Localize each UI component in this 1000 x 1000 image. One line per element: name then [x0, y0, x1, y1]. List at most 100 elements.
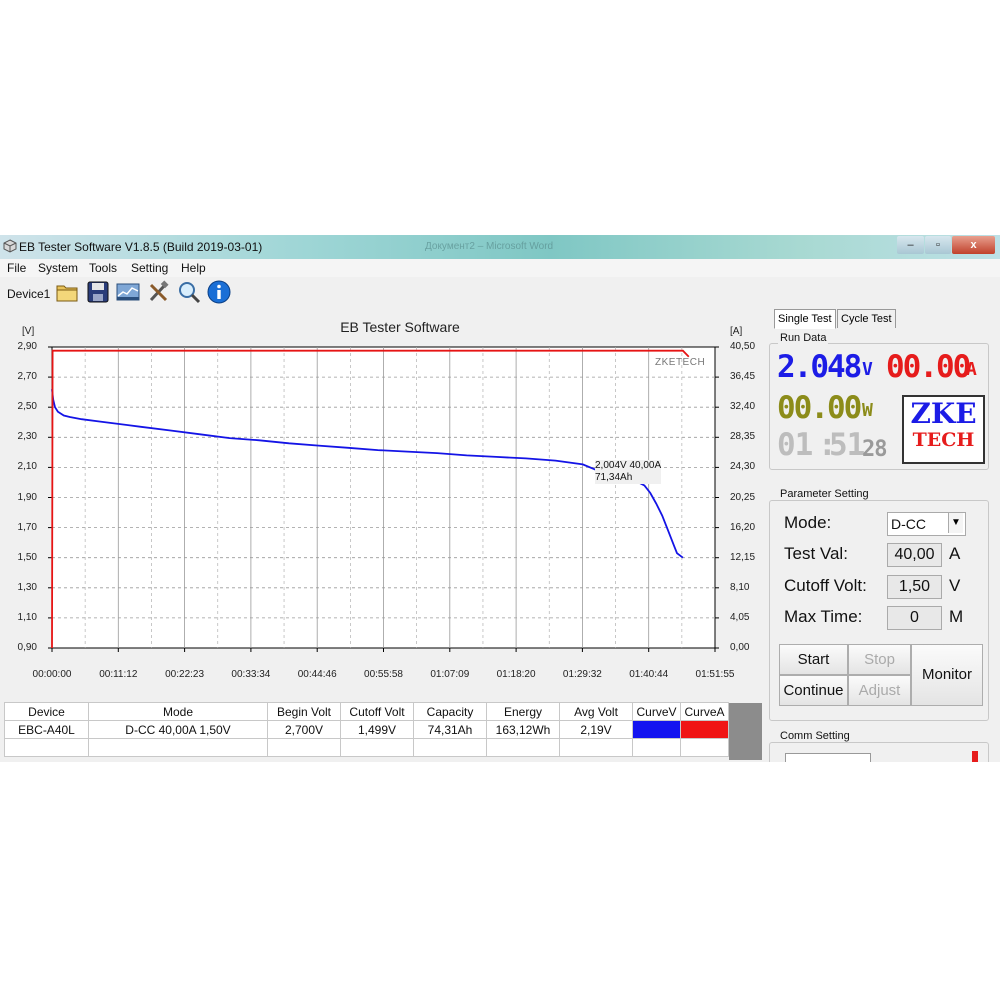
chart-watermark: ZKETECH [655, 357, 706, 368]
minimize-button[interactable]: – [897, 236, 924, 254]
curve-v-swatch[interactable] [632, 720, 681, 739]
cell-cutoff-volt: 1,499V [340, 720, 414, 739]
y-right-tick-label: 32,40 [730, 401, 756, 413]
test-val-label: Test Val: [784, 544, 848, 563]
monitor-button[interactable]: Monitor [911, 644, 983, 706]
annotation-line-2: 71,34Ah [595, 472, 633, 483]
results-table: Device Mode Begin Volt Cutoff Volt Capac… [4, 702, 729, 757]
cell-device: EBC-A40L [4, 720, 89, 739]
empty-cell [267, 738, 341, 757]
empty-cell [632, 738, 681, 757]
voltage-unit: V [862, 359, 873, 380]
x-tick-label: 01:51:55 [695, 669, 735, 680]
current-readout: 00.00 [886, 349, 971, 385]
curve-a-swatch[interactable] [680, 720, 729, 739]
y-left-tick-label: 1,70 [17, 521, 37, 533]
window-title: EB Tester Software V1.8.5 (Build 2019-03… [19, 240, 263, 254]
menu-setting[interactable]: Setting [131, 261, 168, 275]
tab-cycle-test[interactable]: Cycle Test [837, 309, 896, 328]
cell-mode: D-CC 40,00A 1,50V [88, 720, 268, 739]
y-right-tick-label: 36,45 [730, 371, 756, 383]
cutoff-volt-unit: V [949, 576, 961, 595]
empty-cell [4, 738, 89, 757]
voltage-readout: 2.048 [777, 349, 862, 385]
empty-cell [413, 738, 487, 757]
cell-begin-volt: 2,700V [267, 720, 341, 739]
cell-avg-volt: 2,19V [559, 720, 633, 739]
test-val-unit: A [949, 544, 961, 563]
power-unit: W [862, 400, 873, 421]
y-left-tick-label: 2,50 [17, 401, 37, 413]
th-begin-volt: Begin Volt [267, 702, 341, 721]
open-folder-icon[interactable] [55, 280, 79, 304]
th-mode: Mode [88, 702, 268, 721]
table-scroll-area [729, 703, 762, 760]
stop-button[interactable]: Stop [848, 644, 911, 675]
power-readout: 00.00 [777, 390, 862, 426]
chart-area: EB Tester Software [V] [A] 2,90 2,70 2,50 2… [0, 309, 765, 702]
save-icon[interactable] [86, 280, 110, 304]
adjust-button[interactable]: Adjust [848, 675, 911, 706]
th-cutoff-volt: Cutoff Volt [340, 702, 414, 721]
cell-capacity: 74,31Ah [413, 720, 487, 739]
empty-cell [559, 738, 633, 757]
menu-tools[interactable]: Tools [89, 261, 117, 275]
chart-plot [48, 346, 719, 652]
comm-port-select[interactable] [785, 753, 871, 762]
empty-cell [340, 738, 414, 757]
y-right-tick-label: 12,15 [730, 551, 756, 563]
continue-button[interactable]: Continue [779, 675, 848, 706]
y-right-tick-label: 24,30 [730, 461, 756, 473]
app-icon [3, 239, 17, 253]
device-label[interactable]: Device1 [7, 287, 50, 301]
y-right-tick-label: 40,50 [730, 341, 756, 352]
close-button[interactable]: x [952, 236, 995, 254]
app-window: EB Tester Software V1.8.5 (Build 2019-03… [0, 235, 1000, 762]
parameter-setting-title: Parameter Setting [778, 488, 871, 500]
th-device: Device [4, 702, 89, 721]
time-hours: 01 [777, 427, 813, 463]
th-avg-volt: Avg Volt [559, 702, 633, 721]
y-right-tick-label: 0,00 [730, 642, 750, 653]
y-right-tick-label: 16,20 [730, 521, 756, 533]
test-val-input[interactable]: 40,00 [887, 543, 942, 567]
table-row-empty [4, 738, 729, 757]
x-tick-label: 01:07:09 [430, 669, 470, 680]
x-tick-label: 00:33:34 [231, 669, 271, 680]
tools-icon[interactable] [147, 280, 171, 304]
max-time-unit: M [949, 607, 964, 626]
y-left-tick-label: 2,30 [17, 431, 37, 443]
mode-label: Mode: [784, 513, 832, 532]
zketech-logo: ZKE TECH [902, 395, 985, 464]
menu-system[interactable]: System [38, 261, 78, 275]
comm-setting-title: Comm Setting [778, 730, 852, 742]
empty-cell [680, 738, 729, 757]
x-tick-label: 01:40:44 [629, 669, 669, 680]
title-bar: EB Tester Software V1.8.5 (Build 2019-03… [0, 235, 1000, 259]
current-unit: A [966, 359, 977, 380]
annotation-line-1: 2,004V 40,00A [595, 460, 662, 471]
th-capacity: Capacity [413, 702, 487, 721]
chevron-down-icon[interactable]: ▼ [948, 513, 963, 533]
y-left-tick-label: 2,70 [17, 371, 37, 383]
y-left-tick-label: 1,50 [17, 551, 37, 563]
comm-status-indicator [972, 751, 978, 762]
info-icon[interactable] [207, 280, 231, 304]
y-left-tick-label: 1,90 [17, 491, 37, 503]
empty-cell [88, 738, 268, 757]
menu-file[interactable]: File [7, 261, 26, 275]
time-seconds: 28 [862, 437, 887, 462]
maximize-button[interactable]: ▫ [925, 236, 951, 254]
chart-icon[interactable] [116, 280, 140, 304]
search-icon[interactable] [177, 280, 201, 304]
menu-help[interactable]: Help [181, 261, 206, 275]
tab-single-test[interactable]: Single Test [774, 309, 836, 329]
y-left-tick-label: 2,10 [17, 461, 37, 473]
th-energy: Energy [486, 702, 560, 721]
menu-bar: File System Tools Setting Help [0, 259, 1000, 277]
y-right-tick-label: 20,25 [730, 491, 756, 503]
max-time-input[interactable]: 0 [887, 606, 942, 630]
table-row[interactable]: EBC-A40L D-CC 40,00A 1,50V 2,700V 1,499V… [4, 720, 729, 739]
cutoff-volt-input[interactable]: 1,50 [887, 575, 942, 599]
start-button[interactable]: Start [779, 644, 848, 675]
